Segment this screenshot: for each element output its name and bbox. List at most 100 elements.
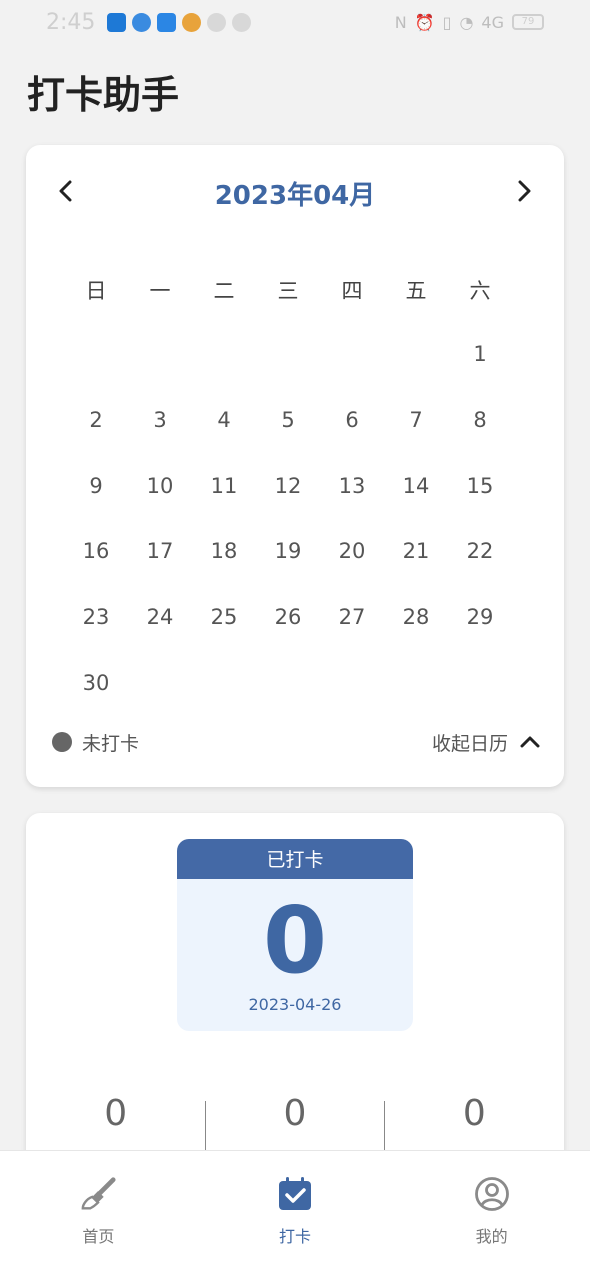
signal-icon: 4G — [481, 12, 504, 32]
calendar-day[interactable]: 1 — [448, 342, 512, 366]
calendar-day[interactable]: 15 — [448, 474, 512, 498]
tab-profile[interactable]: 我的 — [393, 1151, 590, 1278]
legend-label: 未打卡 — [82, 732, 140, 755]
calendar-day — [128, 342, 192, 366]
calendar-day[interactable]: 13 — [320, 474, 384, 498]
calendar-week: 16 17 18 19 20 21 22 — [64, 539, 512, 563]
headset-icon — [232, 12, 252, 32]
checkin-date: 2023-04-26 — [248, 995, 342, 1014]
chevron-right-icon — [518, 180, 531, 202]
calendar-day[interactable]: 20 — [320, 539, 384, 563]
stats-row: 0 0 0 — [26, 1093, 564, 1134]
qq-notification-icon — [207, 12, 227, 32]
calendar-day[interactable]: 10 — [128, 474, 192, 498]
legend: 未打卡 — [52, 729, 139, 756]
calendar-day — [192, 671, 256, 695]
calendar-day[interactable]: 6 — [320, 408, 384, 432]
calendar-week: 9 10 11 12 13 14 15 — [64, 474, 512, 498]
calendar-day[interactable]: 4 — [192, 408, 256, 432]
browser-notification-icon — [132, 12, 152, 32]
brush-icon — [79, 1175, 117, 1213]
calendar-day[interactable]: 24 — [128, 605, 192, 629]
calendar-day — [320, 342, 384, 366]
page-title: 打卡助手 — [27, 73, 180, 117]
battery-icon: 79 — [512, 14, 544, 30]
calendar-day[interactable]: 30 — [64, 671, 128, 695]
status-right: N ⏰ ▯ ◔ 4G 79 — [395, 13, 544, 32]
calendar-week: 30 — [64, 671, 512, 695]
calendar-header: 2023年04月 — [26, 173, 564, 211]
calendar-day[interactable]: 27 — [320, 605, 384, 629]
weekday-wed: 三 — [277, 279, 299, 303]
calendar-day — [64, 342, 128, 366]
calendar-month-label: 2023年04月 — [214, 181, 376, 211]
weekday-thu: 四 — [341, 279, 363, 303]
weekday-sat: 六 — [469, 279, 491, 303]
calendar-day — [384, 342, 448, 366]
calendar-day[interactable]: 17 — [128, 539, 192, 563]
weekday-sun: 日 — [85, 279, 107, 303]
checkin-summary: 已打卡 0 2023-04-26 — [177, 839, 413, 1031]
status-bar: 2:45 N ⏰ ▯ ◔ 4G 79 — [0, 0, 590, 44]
calendar-day[interactable]: 16 — [64, 539, 128, 563]
calendar-day[interactable]: 14 — [384, 474, 448, 498]
collapse-calendar-button[interactable]: 收起日历 — [432, 729, 540, 756]
calendar-day[interactable]: 8 — [448, 408, 512, 432]
app-notification-icon — [107, 12, 127, 32]
calendar-day[interactable]: 9 — [64, 474, 128, 498]
calendar-day — [256, 342, 320, 366]
cloud-notification-icon — [157, 12, 177, 32]
calendar-footer: 未打卡 收起日历 — [52, 729, 540, 755]
calendar-day[interactable]: 19 — [256, 539, 320, 563]
calendar-week: 1 — [64, 342, 512, 366]
bottom-tab-bar: 首页 打卡 我的 — [0, 1150, 590, 1278]
calendar-check-icon — [276, 1175, 314, 1213]
weekday-mon: 一 — [149, 279, 171, 303]
calendar-day[interactable]: 29 — [448, 605, 512, 629]
calendar-day — [256, 671, 320, 695]
calendar-day[interactable]: 2 — [64, 408, 128, 432]
calendar-day[interactable]: 18 — [192, 539, 256, 563]
calendar-day[interactable]: 11 — [192, 474, 256, 498]
checkin-header: 已打卡 — [177, 839, 413, 879]
calendar-day[interactable]: 12 — [256, 474, 320, 498]
status-time: 2:45 — [46, 9, 96, 35]
calendar-card: 2023年04月 日 一 二 三 四 五 六 1 2 3 4 5 6 7 8 9… — [26, 145, 564, 787]
calendar-day — [192, 342, 256, 366]
calendar-day[interactable]: 23 — [64, 605, 128, 629]
tab-home[interactable]: 首页 — [0, 1151, 197, 1278]
calendar-week: 2 3 4 5 6 7 8 — [64, 408, 512, 432]
calendar-day[interactable]: 21 — [384, 539, 448, 563]
stat-value: 0 — [283, 1093, 307, 1134]
calendar-week: 23 24 25 26 27 28 29 — [64, 605, 512, 629]
next-month-button[interactable] — [506, 173, 542, 209]
calendar-day — [320, 671, 384, 695]
calendar-day[interactable]: 3 — [128, 408, 192, 432]
status-left: 2:45 — [46, 9, 252, 35]
weekday-row: 日 一 二 三 四 五 六 — [64, 275, 512, 305]
chevron-up-icon — [520, 736, 540, 748]
calendar-day[interactable]: 22 — [448, 539, 512, 563]
calendar-day — [128, 671, 192, 695]
vibrate-icon: ▯ — [442, 12, 452, 32]
weibo-notification-icon — [182, 12, 202, 32]
calendar-day[interactable]: 28 — [384, 605, 448, 629]
checkin-count: 0 — [262, 887, 327, 994]
alarm-icon: ⏰ — [414, 12, 435, 32]
calendar-day — [384, 671, 448, 695]
legend-dot-icon — [52, 732, 72, 752]
calendar-day[interactable]: 7 — [384, 408, 448, 432]
user-icon — [473, 1175, 511, 1213]
calendar-day[interactable]: 5 — [256, 408, 320, 432]
stat-value: 0 — [462, 1093, 486, 1134]
tab-checkin-label: 打卡 — [279, 1227, 312, 1246]
nfc-icon: N — [394, 12, 407, 32]
calendar-day[interactable]: 25 — [192, 605, 256, 629]
collapse-label: 收起日历 — [431, 732, 508, 755]
tab-home-label: 首页 — [82, 1227, 115, 1246]
wifi-icon: ◔ — [459, 12, 474, 32]
calendar-day[interactable]: 26 — [256, 605, 320, 629]
tab-checkin[interactable]: 打卡 — [197, 1151, 394, 1278]
calendar-day — [448, 671, 512, 695]
stat-value: 0 — [104, 1093, 128, 1134]
